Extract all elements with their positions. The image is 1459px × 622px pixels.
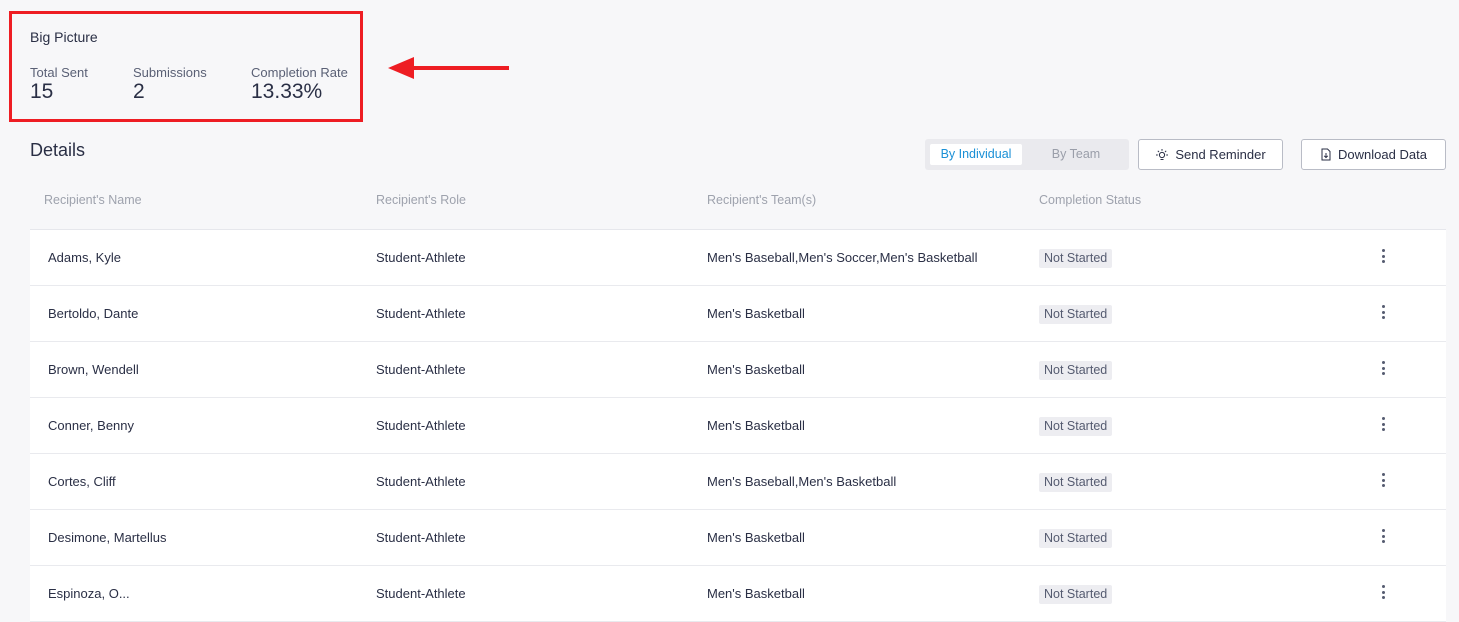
col-header-status: Completion Status xyxy=(1039,193,1142,207)
arrow-left-icon xyxy=(388,57,509,79)
download-data-button[interactable]: Download Data xyxy=(1301,139,1446,170)
table-row: Cortes, Cliff Student-Athlete Men's Base… xyxy=(30,454,1446,510)
kebab-menu-icon[interactable] xyxy=(1379,248,1387,264)
table-row: Espinoza, O... Student-Athlete Men's Bas… xyxy=(30,566,1446,622)
recipient-teams: Men's Basketball xyxy=(707,362,805,377)
recipient-name: Brown, Wendell xyxy=(48,362,139,377)
kebab-menu-icon[interactable] xyxy=(1379,360,1387,376)
recipient-name: Conner, Benny xyxy=(48,418,135,433)
toggle-by-individual[interactable]: By Individual xyxy=(930,144,1022,165)
recipient-role: Student-Athlete xyxy=(376,474,466,489)
details-title: Details xyxy=(30,140,86,160)
send-reminder-button[interactable]: Send Reminder xyxy=(1138,139,1283,170)
table-row: Adams, Kyle Student-Athlete Men's Baseba… xyxy=(30,230,1446,286)
recipient-teams: Men's Basketball xyxy=(707,530,805,545)
big-picture-title: Big Picture xyxy=(30,29,98,45)
toggle-by-team[interactable]: By Team xyxy=(1029,144,1123,165)
recipient-role: Student-Athlete xyxy=(376,530,466,545)
table-row: Conner, Benny Student-Athlete Men's Bask… xyxy=(30,398,1446,454)
status-badge: Not Started xyxy=(1039,305,1113,324)
table-row: Bertoldo, Dante Student-Athlete Men's Ba… xyxy=(30,286,1446,342)
status-badge: Not Started xyxy=(1039,249,1113,268)
total-sent-value: 15 xyxy=(30,80,54,103)
recipient-name: Desimone, Martellus xyxy=(48,530,167,545)
recipient-role: Student-Athlete xyxy=(376,418,466,433)
kebab-menu-icon[interactable] xyxy=(1379,584,1387,600)
submissions-value: 2 xyxy=(133,80,145,103)
recipient-name: Adams, Kyle xyxy=(48,250,121,265)
status-badge: Not Started xyxy=(1039,417,1113,436)
kebab-menu-icon[interactable] xyxy=(1379,304,1387,320)
col-header-name: Recipient's Name xyxy=(44,193,142,207)
recipient-teams: Men's Baseball,Men's Soccer,Men's Basket… xyxy=(707,250,978,265)
kebab-menu-icon[interactable] xyxy=(1379,416,1387,432)
status-badge: Not Started xyxy=(1039,529,1113,548)
recipient-teams: Men's Basketball xyxy=(707,306,805,321)
recipient-role: Student-Athlete xyxy=(376,250,466,265)
recipient-name: Espinoza, O... xyxy=(48,586,130,601)
file-download-icon xyxy=(1321,148,1331,161)
send-reminder-label: Send Reminder xyxy=(1175,147,1266,162)
completion-rate-value: 13.33% xyxy=(251,80,323,103)
status-badge: Not Started xyxy=(1039,585,1113,604)
recipients-table: Adams, Kyle Student-Athlete Men's Baseba… xyxy=(30,229,1446,622)
status-badge: Not Started xyxy=(1039,361,1113,380)
kebab-menu-icon[interactable] xyxy=(1379,528,1387,544)
recipient-role: Student-Athlete xyxy=(376,306,466,321)
view-toggle: By Individual By Team xyxy=(925,139,1129,170)
recipient-role: Student-Athlete xyxy=(376,586,466,601)
col-header-role: Recipient's Role xyxy=(376,193,466,207)
recipient-teams: Men's Baseball,Men's Basketball xyxy=(707,474,897,489)
status-badge: Not Started xyxy=(1039,473,1113,492)
download-data-label: Download Data xyxy=(1338,147,1427,162)
table-row: Brown, Wendell Student-Athlete Men's Bas… xyxy=(30,342,1446,398)
table-row: Desimone, Martellus Student-Athlete Men'… xyxy=(30,510,1446,566)
recipient-role: Student-Athlete xyxy=(376,362,466,377)
col-header-teams: Recipient's Team(s) xyxy=(707,193,817,207)
completion-rate-label: Completion Rate xyxy=(251,65,348,80)
recipient-teams: Men's Basketball xyxy=(707,418,805,433)
kebab-menu-icon[interactable] xyxy=(1379,472,1387,488)
total-sent-label: Total Sent xyxy=(30,65,88,80)
submissions-label: Submissions xyxy=(133,65,207,80)
recipient-name: Cortes, Cliff xyxy=(48,474,116,489)
recipient-teams: Men's Basketball xyxy=(707,586,805,601)
recipient-name: Bertoldo, Dante xyxy=(48,306,139,321)
lightbulb-icon xyxy=(1156,148,1169,160)
